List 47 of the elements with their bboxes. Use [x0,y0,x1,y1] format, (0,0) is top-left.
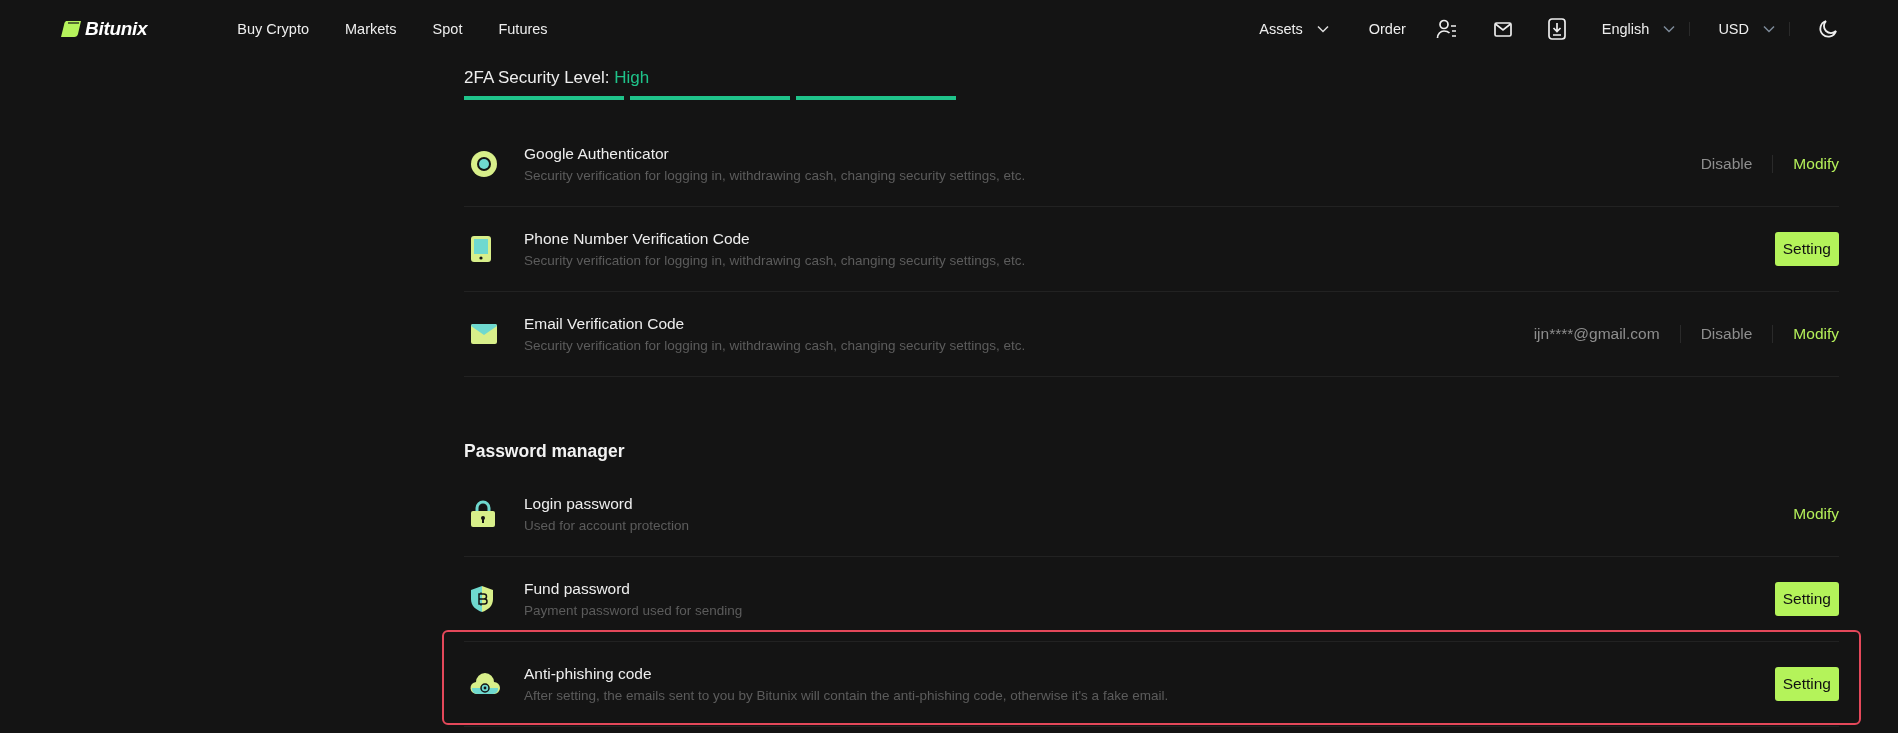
nav-link[interactable]: Futures [498,21,548,37]
nav-link[interactable]: Buy Crypto [237,21,310,37]
order-link[interactable]: Order [1368,21,1406,37]
assets-menu[interactable]: Assets [1259,21,1303,37]
currency-select[interactable]: USD [1718,21,1749,37]
modify-link[interactable]: Modify [1793,155,1839,173]
setting-button[interactable]: Setting [1774,232,1839,266]
chevron-down-icon [1763,25,1775,33]
modify-link[interactable]: Modify [1793,505,1839,523]
disable-link[interactable]: Disable [1700,155,1753,173]
setting-button[interactable]: Setting [1774,667,1839,701]
chevron-down-icon [1663,25,1676,33]
email-address: ijn****@gmail.com [1533,325,1660,343]
row-title: Email Verification Code [524,315,686,333]
shield-icon [470,585,494,613]
nav-link[interactable]: Spot [432,21,463,37]
row-description: Security verification for logging in, withdrawing cash, changing security settings, etc. [524,338,1026,353]
chevron-down-icon [1316,25,1329,33]
envelope-icon [470,323,498,345]
cloud-icon [470,673,500,695]
modify-link[interactable]: Modify [1793,325,1839,343]
row-title: Anti-phishing code [524,665,653,683]
moon-icon[interactable] [1818,19,1838,39]
row-description: Security verification for logging in, withdrawing cash, changing security settings, etc. [524,253,1026,268]
mail-icon[interactable] [1493,21,1512,37]
row-description: Security verification for logging in, withdrawing cash, changing security settings, etc. [524,168,1026,183]
row-title: Phone Number Verification Code [524,230,751,248]
ring-icon [470,150,498,178]
logo-text: Bitunix [85,18,148,40]
setting-button[interactable]: Setting [1774,582,1839,616]
download-icon[interactable] [1547,18,1566,40]
nav-link[interactable]: Markets [345,21,397,37]
disable-link[interactable]: Disable [1700,325,1753,343]
logo[interactable]: Bitunix [60,18,148,40]
padlock-icon [470,500,496,528]
logo-icon [60,20,82,38]
language-select[interactable]: English [1601,21,1650,37]
row-title: Google Authenticator [524,145,670,163]
row-description: Used for account protection [524,518,690,533]
section-title: Password manager [464,441,626,462]
phone-icon [470,235,492,263]
row-description: Payment password used for sending [524,603,743,618]
user-list-icon[interactable] [1435,18,1458,40]
row-title: Fund password [524,580,631,598]
row-title: Login password [524,495,634,513]
row-description: After setting, the emails sent to you by Bitunix will contain the anti-phishing code, otherwise it's a fake email. [524,688,1169,703]
security-level-text: 2FA Security Level: High [464,68,651,88]
